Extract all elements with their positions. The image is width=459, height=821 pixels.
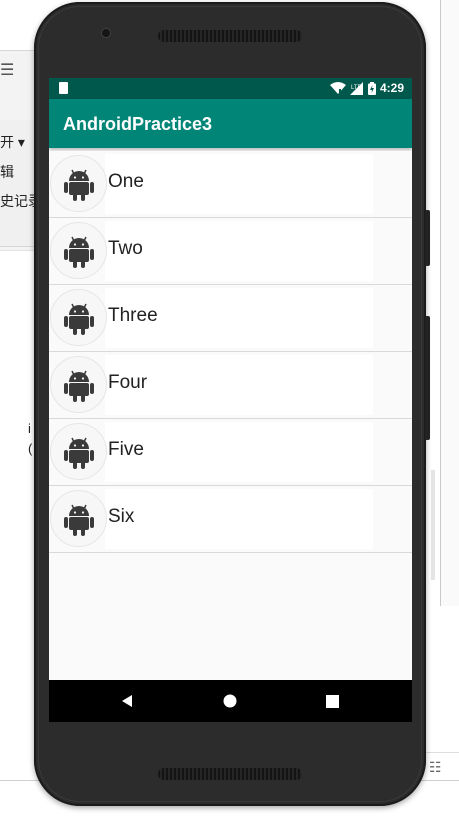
device-screen: LTE 4:29 AndroidPractice3 One Two Three … — [49, 78, 412, 722]
status-icons: LTE 4:29 — [329, 81, 404, 95]
svg-text:LTE: LTE — [351, 85, 362, 91]
list-item-three[interactable]: Three — [49, 285, 412, 352]
list-item-label: Three — [108, 305, 158, 326]
avatar — [50, 289, 107, 346]
item-list[interactable]: One Two Three Four Five Six — [49, 151, 412, 553]
front-camera-icon — [102, 29, 110, 37]
app-title: AndroidPractice3 — [63, 114, 213, 134]
avatar — [50, 423, 107, 480]
recents-button[interactable] — [316, 680, 348, 722]
list-item-four[interactable]: Four — [49, 352, 412, 419]
android-icon — [63, 437, 94, 469]
list-item-card — [105, 154, 373, 214]
app-bar: AndroidPractice3 — [49, 99, 412, 148]
list-item-label: Four — [108, 372, 148, 393]
background-menu-edit[interactable]: 辑 — [0, 162, 14, 182]
avatar — [50, 155, 107, 212]
android-icon — [63, 370, 94, 402]
list-item-five[interactable]: Five — [49, 419, 412, 486]
list-item-label: One — [108, 171, 144, 192]
top-speaker-grille — [158, 30, 302, 42]
avatar — [50, 222, 107, 279]
wifi-icon — [329, 81, 346, 94]
sim-card-icon — [59, 82, 68, 94]
background-text-fragment-1: i — [28, 421, 31, 436]
home-button[interactable] — [214, 680, 246, 722]
list-item-label: Two — [108, 238, 143, 259]
list-item-two[interactable]: Two — [49, 218, 412, 285]
background-menu-open[interactable]: 开 ▾ — [0, 132, 25, 152]
list-item-card — [105, 422, 373, 482]
list-item-one[interactable]: One — [49, 151, 412, 218]
power-button[interactable] — [425, 210, 430, 266]
grid-view-icon[interactable]: ☷ — [429, 759, 442, 776]
status-time: 4:29 — [379, 81, 404, 95]
list-item-card — [105, 221, 373, 281]
bottom-speaker-grille — [158, 768, 302, 780]
navigation-bar — [49, 680, 412, 722]
volume-button[interactable] — [425, 316, 430, 440]
battery-charging-icon — [367, 81, 376, 95]
background-right-panel — [440, 0, 459, 606]
back-icon — [122, 695, 132, 707]
status-bar: LTE 4:29 — [49, 78, 412, 99]
android-icon — [63, 504, 94, 536]
list-item-card — [105, 489, 373, 549]
avatar — [50, 356, 107, 413]
android-icon — [63, 236, 94, 268]
lte-signal-icon: LTE — [349, 81, 363, 95]
list-item-six[interactable]: Six — [49, 486, 412, 553]
avatar — [50, 490, 107, 547]
list-item-label: Six — [108, 506, 135, 527]
background-text-fragment-2: ( — [28, 441, 33, 456]
android-icon — [63, 169, 94, 201]
recents-icon — [325, 694, 339, 708]
hamburger-icon[interactable]: ☰ — [0, 60, 14, 80]
back-button[interactable] — [111, 680, 143, 722]
background-scrollbar[interactable] — [431, 470, 435, 580]
android-icon — [63, 303, 94, 335]
home-icon — [223, 694, 237, 708]
list-item-label: Five — [108, 439, 144, 460]
